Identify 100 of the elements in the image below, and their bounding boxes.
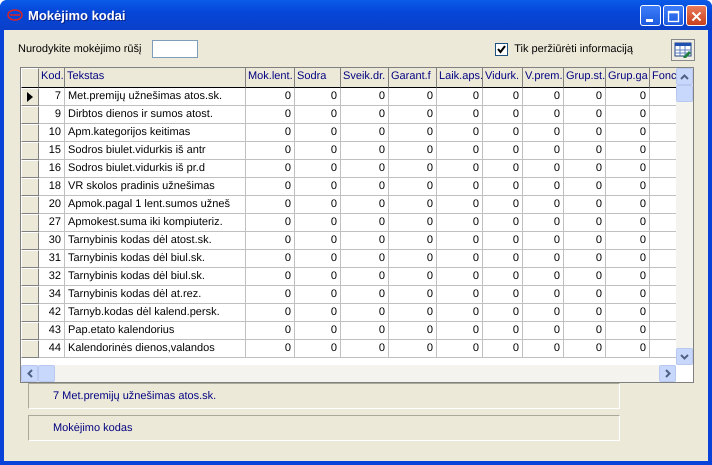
table-cell: 0	[389, 286, 437, 304]
table-cell: 0	[389, 250, 437, 268]
checkbox[interactable]	[495, 42, 508, 56]
column-header[interactable]: Vidurk.	[483, 68, 523, 88]
table-cell: 0	[389, 124, 437, 142]
table-cell: 0	[246, 232, 295, 250]
table-cell: 0	[295, 160, 341, 178]
table-cell: 0	[564, 232, 606, 250]
table-cell: 0	[341, 142, 389, 160]
table-cell: 0	[606, 250, 650, 268]
table-cell: 0	[437, 160, 483, 178]
scroll-up-icon[interactable]	[676, 68, 693, 85]
table-cell: 0	[483, 124, 523, 142]
table-cell: 0	[246, 196, 295, 214]
table-cell: 0	[564, 178, 606, 196]
table-cell: 0	[564, 214, 606, 232]
table-cell: 10	[39, 124, 65, 142]
table-cell: 0	[437, 322, 483, 340]
table-cell: 0	[246, 268, 295, 286]
table-cell: 27	[39, 214, 65, 232]
table-cell: 0	[437, 214, 483, 232]
table-cell: 0	[295, 232, 341, 250]
table-cell: 0	[246, 340, 295, 358]
table-cell: 0	[523, 340, 564, 358]
table-cell: 0	[483, 196, 523, 214]
table-cell: 0	[341, 196, 389, 214]
table-cell: 0	[483, 160, 523, 178]
table-cell: 0	[523, 142, 564, 160]
column-header[interactable]: Fonc	[650, 68, 677, 88]
table-cell: 0	[606, 88, 650, 106]
table-cell: 0	[564, 340, 606, 358]
table-cell: Tarnybinis kodas dėl biul.sk.	[65, 250, 246, 268]
column-header[interactable]: Tekstas	[65, 68, 246, 88]
column-header[interactable]: Laik.aps.	[437, 68, 483, 88]
row-indicator[interactable]	[21, 88, 39, 106]
table-cell: 0	[437, 340, 483, 358]
scroll-thumb[interactable]	[38, 365, 55, 382]
table-cell: 0	[341, 160, 389, 178]
table-cell: 16	[39, 160, 65, 178]
status-panel: Mokėjimo kodas	[28, 415, 620, 441]
column-header[interactable]: V.prem.	[523, 68, 564, 88]
table-cell: 0	[523, 178, 564, 196]
scroll-right-icon[interactable]	[659, 365, 676, 382]
column-header[interactable]: Sveik.dr.	[341, 68, 389, 88]
table-cell: 0	[437, 232, 483, 250]
table-cell: Met.premijų užnešimas atos.sk.	[65, 88, 246, 106]
table-cell: 0	[295, 178, 341, 196]
table-cell: 0	[295, 304, 341, 322]
table-cell: 0	[564, 304, 606, 322]
table-cell: 0	[437, 286, 483, 304]
table-cell: VR skolos pradinis užnešimas	[65, 178, 246, 196]
table-cell: 0	[341, 340, 389, 358]
table-cell: 0	[389, 322, 437, 340]
table-cell: 0	[523, 106, 564, 124]
close-button[interactable]	[686, 4, 707, 26]
scroll-left-icon[interactable]	[21, 365, 38, 382]
table-cell: Dirbtos dienos ir sumos atost.	[65, 106, 246, 124]
table-cell: 32	[39, 268, 65, 286]
status-panel: 7 Met.premijų užnešimas atos.sk.	[28, 383, 620, 409]
table-cell: 0	[389, 340, 437, 358]
maximize-button[interactable]	[663, 4, 684, 26]
table-cell: 0	[483, 214, 523, 232]
table-cell: 43	[39, 322, 65, 340]
table-cell: 0	[246, 304, 295, 322]
column-header[interactable]: Kod.	[39, 68, 65, 88]
column-header[interactable]: Grup.ga	[606, 68, 650, 88]
table-cell: 0	[606, 322, 650, 340]
table-cell: 0	[389, 160, 437, 178]
table-cell: Tarnybinis kodas dėl at.rez.	[65, 286, 246, 304]
grid-export-button[interactable]	[671, 39, 695, 61]
scroll-thumb[interactable]	[676, 85, 693, 102]
table-cell: 0	[437, 142, 483, 160]
column-header[interactable]: Sodra	[295, 68, 341, 88]
table-cell: 0	[246, 322, 295, 340]
table-cell: Apm.kategorijos keitimas	[65, 124, 246, 142]
filter-field[interactable]	[152, 40, 198, 58]
table-cell: 0	[295, 106, 341, 124]
vertical-scrollbar[interactable]	[676, 68, 693, 365]
table-cell: 0	[341, 232, 389, 250]
table-cell: 0	[341, 268, 389, 286]
table-cell: 0	[606, 160, 650, 178]
table-cell: Sodros biulet.vidurkis iš antr	[65, 142, 246, 160]
table-cell: 0	[564, 106, 606, 124]
table-cell: Kalendorinės dienos,valandos	[65, 340, 246, 358]
scroll-down-icon[interactable]	[676, 348, 693, 365]
table-cell: 0	[523, 196, 564, 214]
minimize-button[interactable]	[640, 4, 661, 26]
table-cell: 0	[246, 286, 295, 304]
table-cell: 0	[564, 322, 606, 340]
table-cell: 0	[246, 142, 295, 160]
column-header[interactable]: Grup.st.	[564, 68, 606, 88]
table-cell: 0	[523, 250, 564, 268]
table-cell: 0	[389, 232, 437, 250]
column-header[interactable]: Garant.f	[389, 68, 437, 88]
horizontal-scrollbar[interactable]	[21, 365, 676, 382]
table-cell: 0	[564, 160, 606, 178]
table-cell: 0	[606, 124, 650, 142]
table-cell: 0	[437, 268, 483, 286]
column-header[interactable]: Mok.lent.	[246, 68, 295, 88]
table-cell: Tarnybinis kodas dėl atost.sk.	[65, 232, 246, 250]
